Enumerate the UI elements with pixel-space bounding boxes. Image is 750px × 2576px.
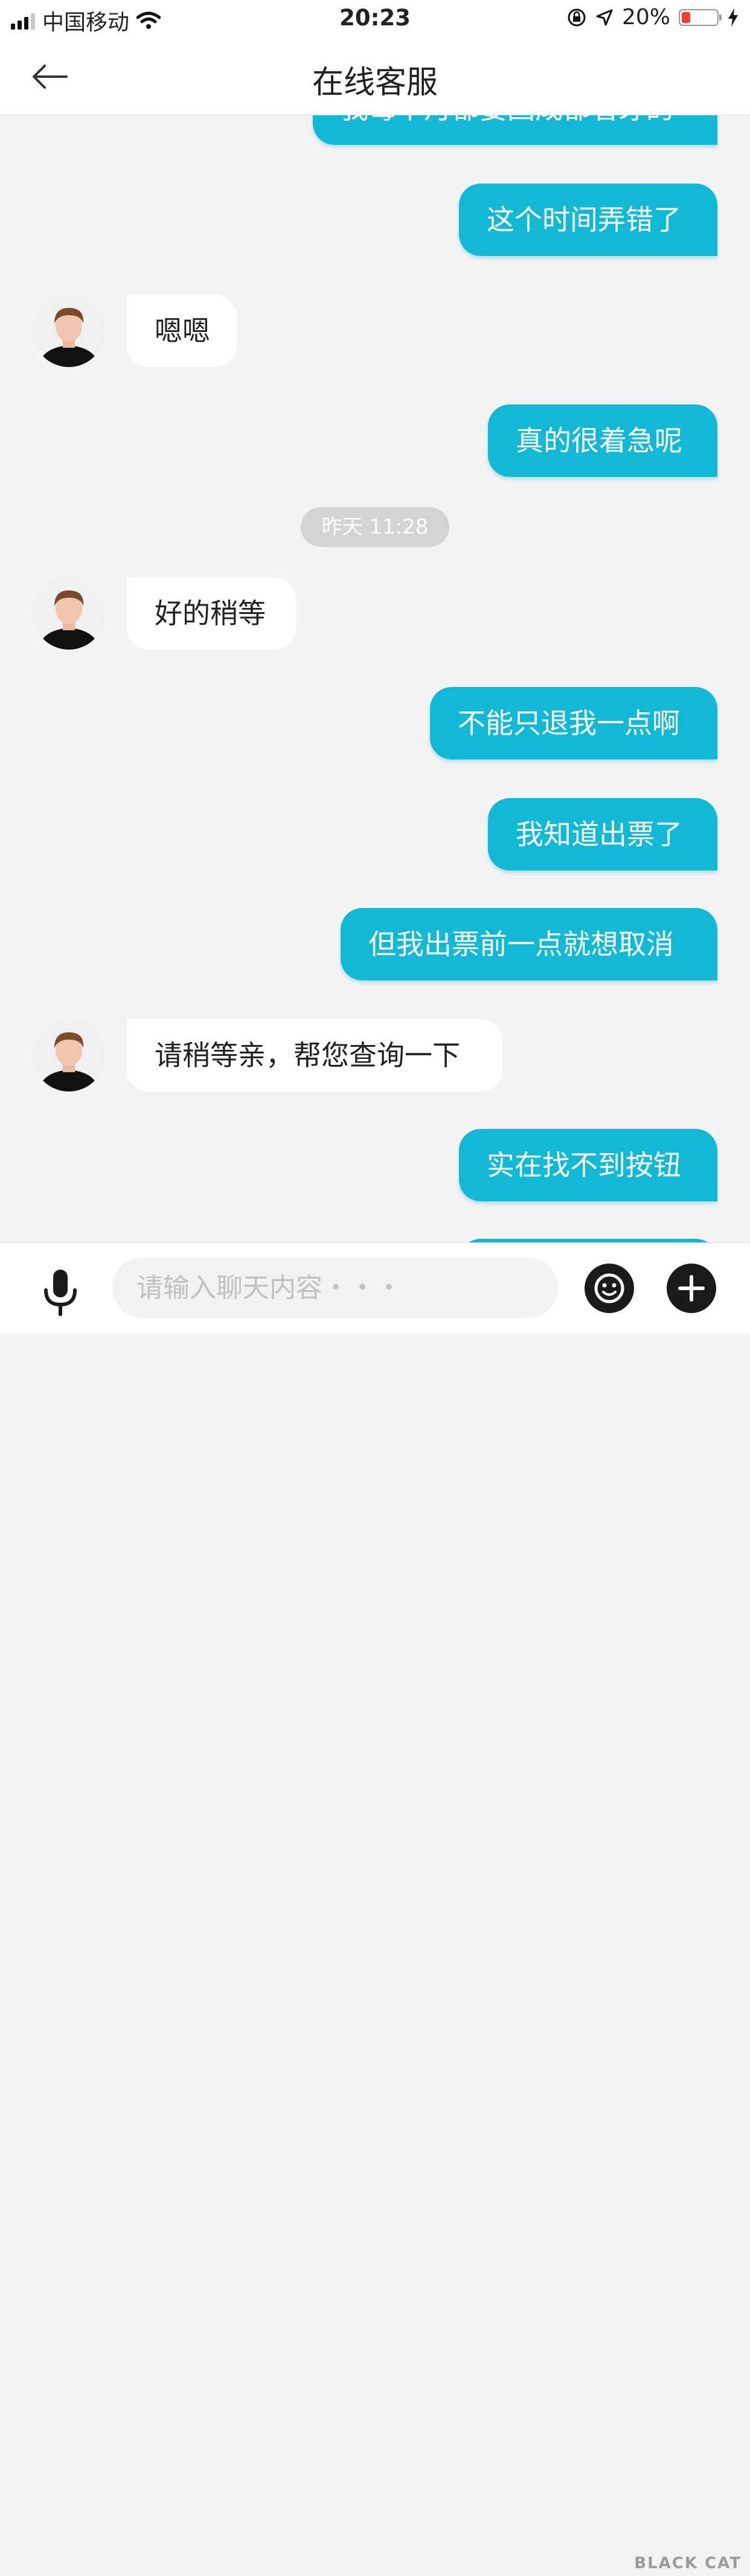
agent-avatar[interactable]: [33, 1019, 105, 1091]
status-bar: 中国移动 20:23 20%: [0, 0, 750, 37]
message-text: 真的很着急呢: [516, 424, 682, 457]
message-bubble-incoming: 好的稍等: [127, 577, 296, 650]
input-bar: BLACK CAT: [0, 1242, 750, 2572]
page-title: 在线客服: [312, 65, 438, 101]
watermark-text: BLACK CAT: [634, 2554, 742, 2572]
microphone-icon[interactable]: [39, 1268, 82, 1317]
more-button[interactable]: [667, 1264, 716, 1313]
message-bubble-outgoing: 这个时间弄错了: [459, 184, 717, 256]
message-bubble-partial: 我每个月都要回成都看牙的: [313, 115, 717, 145]
battery-percent: 20%: [621, 5, 670, 30]
message-bubble-outgoing: 实在找不到按钮: [459, 1129, 717, 1201]
message-text: 不能只退我一点啊: [458, 707, 680, 740]
message-text: 好的稍等: [155, 597, 266, 630]
emoji-button[interactable]: [585, 1264, 634, 1313]
message-bubble-outgoing: 不能只退我一点啊: [430, 687, 717, 759]
message-bubble-incoming: 请稍等亲，帮您查询一下: [127, 1019, 502, 1091]
timestamp-text: 昨天 11:28: [321, 515, 429, 539]
watermark-logo: BLACK CAT: [586, 2508, 750, 2576]
agent-avatar[interactable]: [33, 577, 105, 650]
message-text: 请稍等亲，帮您查询一下: [155, 1039, 460, 1072]
battery-icon: [679, 8, 722, 26]
message-input[interactable]: [112, 1258, 558, 1318]
plus-icon: [678, 1275, 705, 1302]
message-bubble-incoming: 嗯嗯: [127, 295, 237, 367]
location-icon: [596, 9, 613, 25]
nav-bar: 在线客服: [0, 37, 750, 115]
agent-avatar[interactable]: [33, 295, 105, 367]
message-text: 我知道出票了: [516, 818, 682, 851]
message-bubble-outgoing: 我知道出票了: [488, 798, 717, 871]
charging-icon: [728, 8, 738, 27]
chat-area[interactable]: 我每个月都要回成都看牙的 这个时间弄错了 嗯嗯 真的很着急呢 昨天 11:28 …: [0, 115, 750, 1242]
message-bubble-outgoing: 但我出票前一点就想取消: [341, 908, 717, 980]
message-text: 这个时间弄错了: [487, 203, 681, 236]
orientation-lock-icon: [568, 8, 586, 26]
message-text: 嗯嗯: [155, 315, 210, 347]
message-text: 我每个月都要回成都看牙的: [341, 115, 674, 125]
smiley-icon: [594, 1273, 624, 1303]
timestamp-divider: 昨天 11:28: [301, 507, 449, 547]
message-bubble-outgoing: 真的很着急呢: [488, 404, 717, 477]
message-text: 但我出票前一点就想取消: [368, 928, 674, 960]
message-text: 实在找不到按钮: [487, 1149, 681, 1181]
